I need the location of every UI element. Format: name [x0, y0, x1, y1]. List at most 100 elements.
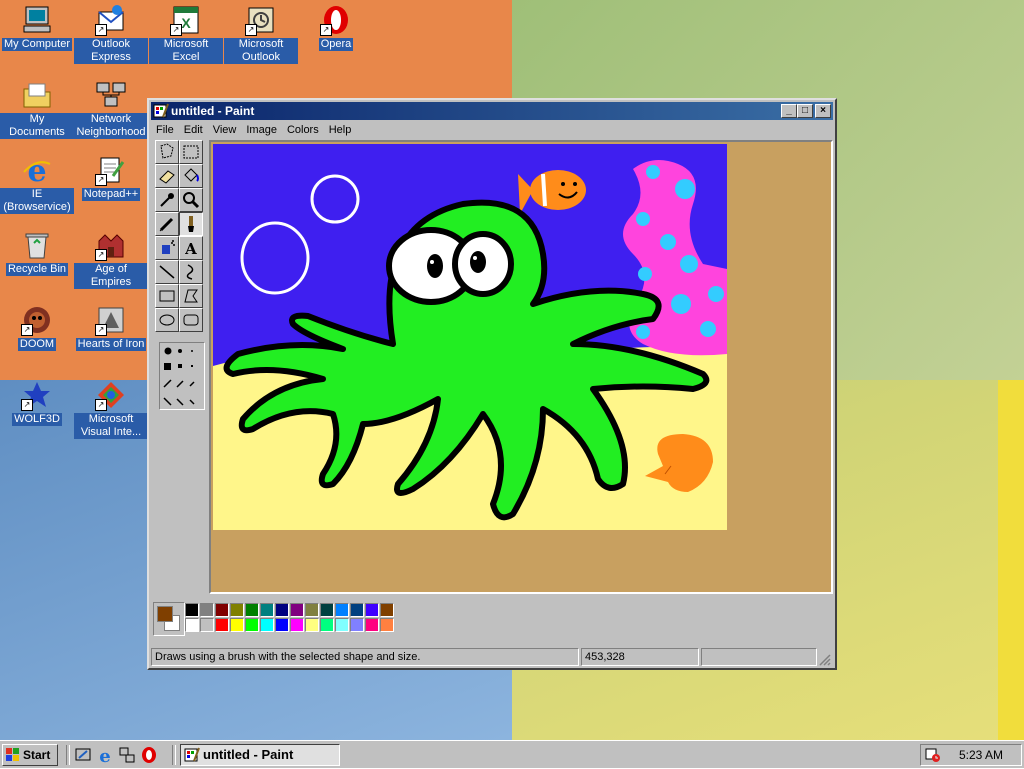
svg-text:X: X	[181, 15, 191, 31]
desktop-icon-my-documents[interactable]: My Documents	[0, 79, 74, 139]
palette-swatch[interactable]	[380, 618, 394, 632]
current-colors[interactable]	[153, 602, 185, 636]
palette-swatch[interactable]	[215, 603, 229, 617]
menu-image[interactable]: Image	[241, 121, 282, 139]
menu-file[interactable]: File	[151, 121, 179, 139]
pick-color-tool[interactable]	[155, 188, 179, 212]
ellipse-tool[interactable]	[155, 308, 179, 332]
paint-app-icon	[153, 103, 169, 119]
palette-swatch[interactable]	[200, 603, 214, 617]
palette-swatch[interactable]	[350, 618, 364, 632]
taskbar-button-paint[interactable]: untitled - Paint	[180, 744, 340, 766]
magnifier-icon	[183, 192, 200, 209]
brush-icon	[188, 216, 194, 232]
rounded-rectangle-tool[interactable]	[179, 308, 203, 332]
free-select-tool[interactable]	[155, 140, 179, 164]
desktop-icon-outlook-express[interactable]: ↗ Outlook Express	[74, 4, 148, 64]
octopus-eye-left	[427, 254, 443, 278]
desktop-icon-notepad[interactable]: ↗ Notepad++	[74, 154, 148, 201]
brush-options[interactable]	[159, 342, 205, 410]
resize-grip-icon[interactable]	[817, 652, 831, 666]
menu-colors[interactable]: Colors	[282, 121, 324, 139]
menu-view[interactable]: View	[208, 121, 242, 139]
palette-swatch[interactable]	[230, 603, 244, 617]
palette-swatch[interactable]	[290, 603, 304, 617]
palette-swatch[interactable]	[365, 618, 379, 632]
foreground-color[interactable]	[157, 606, 173, 622]
drawing-canvas[interactable]	[213, 144, 727, 530]
menu-bar: File Edit View Image Colors Help	[151, 121, 833, 139]
desktop-icon-wolf3d[interactable]: ↗ WOLF3D	[0, 379, 74, 426]
fill-tool[interactable]	[179, 164, 203, 188]
desktop-icon-doom[interactable]: ↗ DOOM	[0, 304, 74, 351]
windows-logo-icon	[6, 748, 20, 762]
quicklaunch-network-icon[interactable]	[118, 746, 136, 764]
desktop-icon-my-computer[interactable]: My Computer	[0, 4, 74, 51]
outlook-icon: ↗	[245, 4, 277, 36]
svg-text:A: A	[184, 240, 197, 258]
desktop-icon-visual-interdev[interactable]: ↗ Microsoft Visual Inte...	[74, 379, 148, 439]
palette-swatch[interactable]	[380, 603, 394, 617]
close-button[interactable]: ×	[815, 104, 831, 118]
desktop-icon-age-of-empires[interactable]: ↗ Age of Empires	[74, 229, 148, 289]
menu-help[interactable]: Help	[324, 121, 357, 139]
line-tool[interactable]	[155, 260, 179, 284]
desktop-icon-hearts-of-iron[interactable]: ↗ Hearts of Iron	[74, 304, 148, 351]
palette-swatch[interactable]	[335, 618, 349, 632]
paint-window: untitled - Paint _ □ × File Edit View Image…	[147, 98, 837, 670]
desktop-icon-excel[interactable]: X ↗ Microsoft Excel	[149, 4, 223, 64]
magnifier-tool[interactable]	[179, 188, 203, 212]
desktop-icon-outlook[interactable]: ↗ Microsoft Outlook	[224, 4, 298, 64]
curve-tool[interactable]	[179, 260, 203, 284]
brush-tool[interactable]	[179, 212, 203, 236]
palette-swatch[interactable]	[275, 603, 289, 617]
text-tool[interactable]: A	[179, 236, 203, 260]
palette-swatch[interactable]	[260, 603, 274, 617]
desktop-icon-opera[interactable]: ↗ Opera	[299, 4, 373, 51]
quicklaunch-opera-icon[interactable]	[140, 746, 158, 764]
rectangle-tool[interactable]	[155, 284, 179, 308]
polygon-tool[interactable]	[179, 284, 203, 308]
palette-swatch[interactable]	[230, 618, 244, 632]
palette-swatch[interactable]	[305, 603, 319, 617]
desktop-icon-network[interactable]: Network Neighborhood	[74, 79, 148, 139]
palette-swatch[interactable]	[200, 618, 214, 632]
palette-swatch[interactable]	[290, 618, 304, 632]
free-select-icon	[160, 143, 174, 159]
palette-swatch[interactable]	[365, 603, 379, 617]
start-button[interactable]: Start	[2, 744, 58, 766]
palette-swatch[interactable]	[275, 618, 289, 632]
palette-swatch[interactable]	[350, 603, 364, 617]
quicklaunch-ie-icon[interactable]: e	[96, 746, 114, 767]
visual-interdev-icon: ↗	[95, 379, 127, 411]
palette-swatch[interactable]	[215, 618, 229, 632]
quicklaunch-desktop-icon[interactable]	[74, 746, 92, 764]
minimize-button[interactable]: _	[781, 104, 797, 118]
title-bar[interactable]: untitled - Paint _ □ ×	[151, 102, 833, 120]
desktop-icon-ie[interactable]: e IE (Browservice)	[0, 154, 74, 214]
maximize-button[interactable]: □	[797, 104, 813, 118]
my-documents-icon	[21, 79, 53, 111]
eraser-tool[interactable]	[155, 164, 179, 188]
palette-swatch[interactable]	[320, 603, 334, 617]
opera-icon: ↗	[320, 4, 352, 36]
palette-swatch[interactable]	[245, 603, 259, 617]
select-tool[interactable]	[179, 140, 203, 164]
pencil-tool[interactable]	[155, 212, 179, 236]
palette-swatch[interactable]	[335, 603, 349, 617]
menu-edit[interactable]: Edit	[179, 121, 208, 139]
airbrush-tool[interactable]	[155, 236, 179, 260]
desktop-icon-recycle-bin[interactable]: Recycle Bin	[0, 229, 74, 276]
airbrush-icon	[162, 240, 175, 254]
palette-swatch[interactable]	[185, 618, 199, 632]
clock[interactable]: 5:23 AM	[959, 745, 1003, 765]
palette-swatch[interactable]	[305, 618, 319, 632]
status-bar: Draws using a brush with the selected sh…	[151, 646, 833, 666]
palette-swatch[interactable]	[260, 618, 274, 632]
tray-scheduler-icon[interactable]	[925, 747, 941, 763]
palette-swatch[interactable]	[185, 603, 199, 617]
pencil-icon	[159, 217, 174, 232]
my-computer-icon	[21, 4, 53, 36]
palette-swatch[interactable]	[245, 618, 259, 632]
palette-swatch[interactable]	[320, 618, 334, 632]
